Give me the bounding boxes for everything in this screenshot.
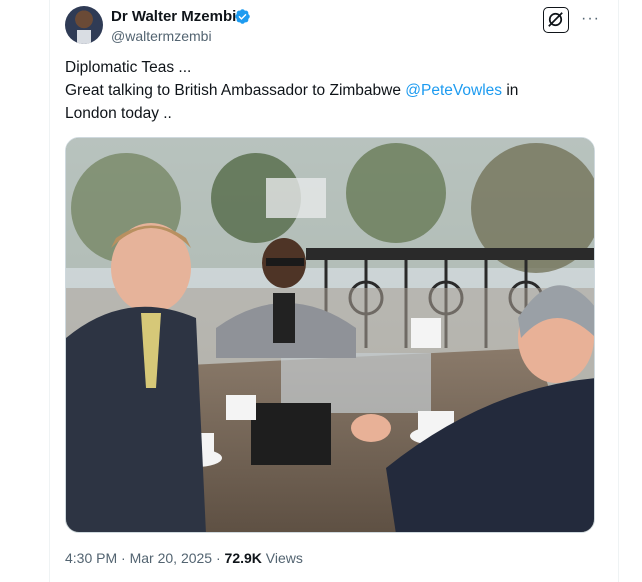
meta-separator: ·: [212, 550, 225, 566]
mention-link[interactable]: @PeteVowles: [405, 82, 502, 99]
tweet-photo[interactable]: [65, 137, 595, 533]
tweet-text-line-2-suffix: in: [502, 82, 519, 99]
tweet-text-line-2: Great talking to British Ambassador to Z…: [65, 82, 406, 99]
tweet-line: London today ..: [65, 102, 585, 125]
views-label: Views: [261, 550, 303, 566]
tweet-header: Dr Walter Mzembi @waltermzembi ···: [65, 6, 610, 46]
tweet-text-line-3: London today ..: [65, 105, 172, 122]
meta-separator: ·: [117, 550, 130, 566]
tweet-line: Great talking to British Ambassador to Z…: [65, 79, 585, 102]
avatar[interactable]: [65, 6, 103, 44]
grok-icon[interactable]: [543, 7, 569, 33]
tweet-body: Diplomatic Teas ... Great talking to Bri…: [65, 56, 585, 125]
tweet-line: Diplomatic Teas ...: [65, 56, 585, 79]
tweet-meta: 4:30 PM · Mar 20, 2025 · 72.9K Views: [65, 550, 303, 566]
author-handle[interactable]: @waltermzembi: [111, 28, 212, 44]
tweet-time[interactable]: 4:30 PM: [65, 550, 117, 566]
author-name[interactable]: Dr Walter Mzembi: [111, 8, 236, 25]
timeline-border-left: [49, 0, 50, 582]
views-count: 72.9K: [224, 550, 262, 566]
photo-illustration: [66, 138, 594, 532]
tweet-text-line-1: Diplomatic Teas ...: [65, 59, 192, 76]
verified-badge-icon: [235, 9, 250, 24]
more-horizontal-icon[interactable]: ···: [581, 10, 600, 28]
timeline-border-right: [618, 0, 619, 582]
tweet-date[interactable]: Mar 20, 2025: [130, 550, 213, 566]
